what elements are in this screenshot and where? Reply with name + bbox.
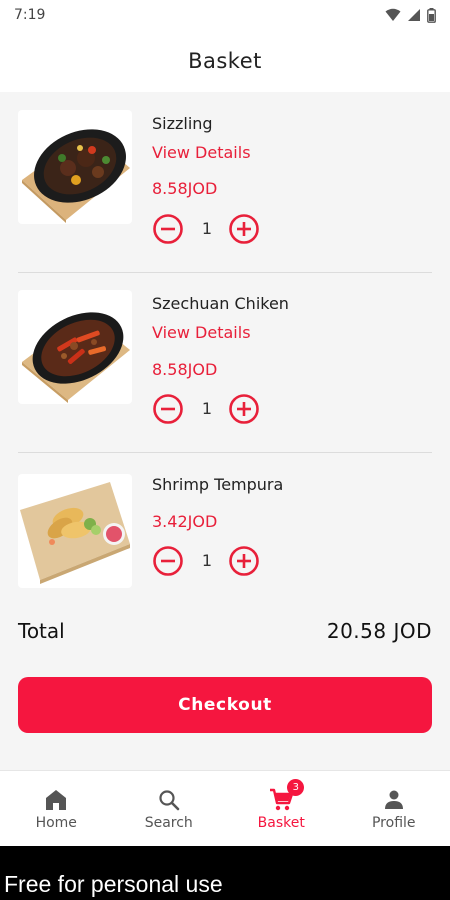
- page-title: Basket: [188, 49, 262, 73]
- item-price: 3.42JOD: [152, 512, 218, 531]
- search-icon: [156, 787, 182, 813]
- bottom-navigation: Home Search 3 Basket Profile: [0, 770, 450, 846]
- status-bar: 7:19: [0, 0, 450, 30]
- nav-item-home[interactable]: Home: [0, 771, 113, 846]
- person-icon: [381, 787, 407, 813]
- decrease-quantity-button[interactable]: [152, 393, 184, 425]
- increase-quantity-button[interactable]: [228, 393, 260, 425]
- plus-circle-icon: [229, 394, 259, 424]
- quantity-stepper: 1: [152, 545, 262, 577]
- divider: [18, 452, 432, 453]
- minus-circle-icon: [153, 394, 183, 424]
- nav-item-profile[interactable]: Profile: [338, 771, 450, 846]
- increase-quantity-button[interactable]: [228, 213, 260, 245]
- view-details-link[interactable]: View Details: [152, 143, 251, 162]
- item-price: 8.58JOD: [152, 179, 218, 198]
- item-image-sizzling: [18, 110, 132, 224]
- item-image-szechuan-chicken: [18, 290, 132, 404]
- signal-icon: [407, 8, 421, 22]
- checkout-button[interactable]: Checkout: [18, 677, 432, 733]
- total-label: Total: [18, 619, 65, 643]
- wifi-icon: [385, 8, 401, 22]
- decrease-quantity-button[interactable]: [152, 545, 184, 577]
- item-image-shrimp-tempura: [18, 474, 132, 588]
- cart-icon: 3: [268, 778, 305, 813]
- decrease-quantity-button[interactable]: [152, 213, 184, 245]
- battery-icon: [427, 7, 436, 23]
- divider: [18, 272, 432, 273]
- nav-label: Basket: [257, 814, 305, 831]
- increase-quantity-button[interactable]: [228, 545, 260, 577]
- item-name: Shrimp Tempura: [152, 475, 284, 494]
- plus-circle-icon: [229, 214, 259, 244]
- nav-item-basket[interactable]: 3 Basket: [225, 771, 338, 846]
- item-name: Sizzling: [152, 114, 213, 133]
- status-time: 7:19: [14, 7, 46, 23]
- view-details-link[interactable]: View Details: [152, 323, 251, 342]
- nav-label: Profile: [371, 814, 416, 831]
- home-icon: [43, 787, 69, 813]
- basket-content: Sizzling View Details 8.58JOD 1 Szechuan…: [0, 92, 450, 770]
- nav-label: Home: [35, 814, 77, 831]
- plus-circle-icon: [229, 546, 259, 576]
- quantity-stepper: 1: [152, 393, 262, 425]
- watermark-bar: Free for personal use: [0, 846, 450, 900]
- quantity-value: 1: [201, 551, 213, 570]
- quantity-stepper: 1: [152, 213, 262, 245]
- item-price: 8.58JOD: [152, 360, 218, 379]
- nav-item-search[interactable]: Search: [113, 771, 226, 846]
- status-icons: [385, 7, 436, 23]
- app-header: Basket: [0, 30, 450, 92]
- total-row: Total 20.58 JOD: [18, 615, 432, 647]
- quantity-value: 1: [201, 219, 213, 238]
- minus-circle-icon: [153, 546, 183, 576]
- watermark-text: Free for personal use: [4, 871, 223, 897]
- quantity-value: 1: [201, 399, 213, 418]
- nav-label: Search: [144, 814, 193, 831]
- item-name: Szechuan Chiken: [152, 294, 289, 313]
- minus-circle-icon: [153, 214, 183, 244]
- cart-count-badge: 3: [287, 778, 305, 796]
- total-value: 20.58 JOD: [326, 619, 432, 643]
